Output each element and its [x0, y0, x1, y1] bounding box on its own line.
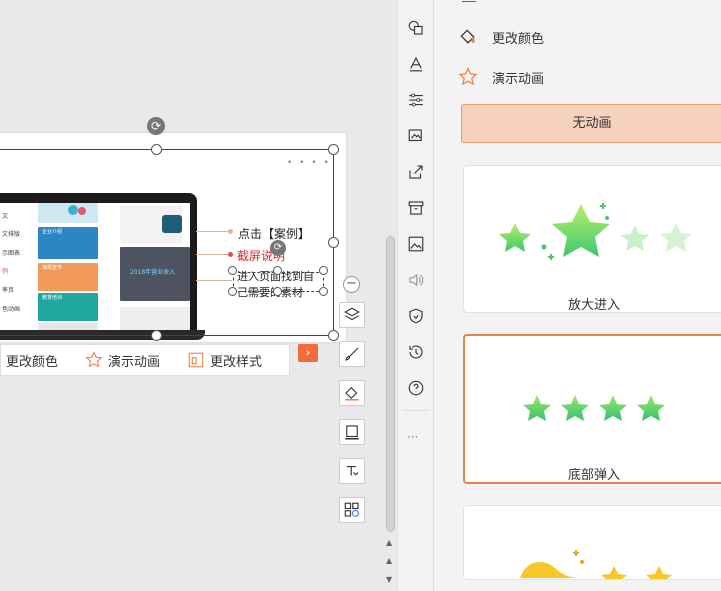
textbox-handle[interactable]: [273, 287, 282, 296]
bounce-stars-preview: [523, 395, 665, 421]
panel-demo-animation[interactable]: 演示动画: [458, 67, 544, 87]
text-a-icon: [410, 56, 422, 72]
text-effect-icon: [346, 465, 359, 476]
zoom-stars-preview: [499, 203, 692, 260]
scrollbar-thumb[interactable]: [386, 236, 395, 532]
no-animation-button[interactable]: 无动画: [461, 104, 721, 143]
tool-strip: ···: [397, 0, 434, 591]
change-color-label: 更改颜色: [6, 354, 59, 370]
textbox-handle[interactable]: [319, 266, 328, 275]
shapes-icon: [408, 20, 423, 35]
card-label: 放大进入: [567, 298, 620, 313]
change-color-button[interactable]: 更改颜色: [6, 351, 58, 370]
shield-icon: [409, 308, 423, 324]
textbox-rotate-handle[interactable]: ⟳: [270, 240, 286, 256]
tool-divider: [402, 410, 430, 411]
resize-handle-bottom-right[interactable]: [328, 330, 339, 341]
settings-tool[interactable]: [406, 90, 426, 110]
history-icon: [409, 345, 423, 359]
resize-handle-bottom[interactable]: [151, 330, 162, 341]
help-tool[interactable]: [406, 378, 426, 398]
speaker-icon: [409, 273, 424, 287]
text-button[interactable]: [339, 458, 365, 484]
help-icon: [408, 380, 424, 396]
animation-card-bounce-in[interactable]: 底部弹入: [463, 334, 721, 484]
yellow-stars-preview: [520, 550, 672, 579]
star-outline-icon: [85, 351, 103, 368]
change-style-label: 更改样式: [210, 354, 263, 370]
panel-change-color-label: 更改颜色: [492, 31, 545, 47]
textbox-handle[interactable]: [319, 287, 328, 296]
share-tool[interactable]: [406, 162, 426, 182]
vertical-scrollbar[interactable]: ▲ ▲ ▼: [383, 0, 397, 591]
history-tool[interactable]: [406, 342, 426, 362]
partial-menu-item: [462, 0, 476, 2]
layers-icon: [344, 307, 360, 321]
scroll-page-up-icon[interactable]: ▲: [386, 556, 392, 565]
brush-button[interactable]: [339, 341, 365, 367]
archive-tool[interactable]: [406, 198, 426, 218]
share-icon: [409, 165, 423, 179]
more-tools-button[interactable]: [339, 497, 365, 523]
layers-button[interactable]: [339, 302, 365, 328]
animation-card-partial[interactable]: [463, 505, 721, 580]
paint-bucket-icon: [345, 386, 359, 401]
resize-handle-top[interactable]: [151, 144, 162, 155]
style-icon: [188, 352, 204, 368]
scroll-up-icon[interactable]: ▲: [386, 538, 392, 547]
shield-tool[interactable]: [406, 306, 426, 326]
textbox-handle[interactable]: [273, 266, 282, 275]
outline-icon: [345, 425, 359, 440]
more-icon[interactable]: ···: [407, 430, 418, 444]
image-library-tool[interactable]: [406, 126, 426, 146]
outline-button[interactable]: [339, 419, 365, 445]
card-label: 底部弹入: [567, 468, 620, 483]
textbox-handle[interactable]: [228, 266, 237, 275]
audio-tool[interactable]: [406, 270, 426, 290]
resize-handle-top-right[interactable]: [328, 144, 339, 155]
fill-button[interactable]: [339, 380, 365, 406]
resize-handle-right[interactable]: [328, 237, 339, 248]
star-outline-icon: [458, 67, 478, 86]
text-style-tool[interactable]: [406, 54, 426, 74]
shapes-tool[interactable]: [406, 18, 426, 38]
panel-change-color[interactable]: 更改颜色: [458, 27, 544, 47]
apps-icon: [344, 502, 359, 517]
demo-animation-label: 演示动画: [108, 354, 161, 370]
sliders-icon: [409, 93, 423, 107]
change-style-button[interactable]: 更改样式: [187, 351, 262, 370]
paint-bucket-icon: [460, 29, 475, 44]
animation-card-zoom-in[interactable]: 放大进入: [463, 165, 721, 313]
collapse-button[interactable]: −: [343, 276, 360, 293]
slide-canvas[interactable]: • • • • 文 文排版 示图表 例 率页 色动画 企业介绍 海报宣传 教育培…: [0, 0, 383, 591]
image-gallery-icon: [408, 129, 422, 142]
picture-tool[interactable]: [406, 234, 426, 254]
brush-icon: [345, 347, 359, 361]
archive-icon: [408, 201, 424, 215]
context-next-button[interactable]: ›: [298, 344, 318, 362]
demo-animation-button[interactable]: 演示动画: [85, 351, 160, 370]
rotate-handle[interactable]: ⟳: [147, 117, 165, 135]
panel-demo-animation-label: 演示动画: [492, 71, 545, 87]
scroll-down-icon[interactable]: ▼: [386, 575, 392, 584]
animation-panel: 更改颜色 演示动画 无动画 放大进入 底部弹入: [434, 0, 721, 591]
context-toolbar: 更改颜色 演示动画 更改样式: [0, 344, 290, 376]
textbox-handle[interactable]: [228, 287, 237, 296]
picture-icon: [408, 236, 424, 252]
